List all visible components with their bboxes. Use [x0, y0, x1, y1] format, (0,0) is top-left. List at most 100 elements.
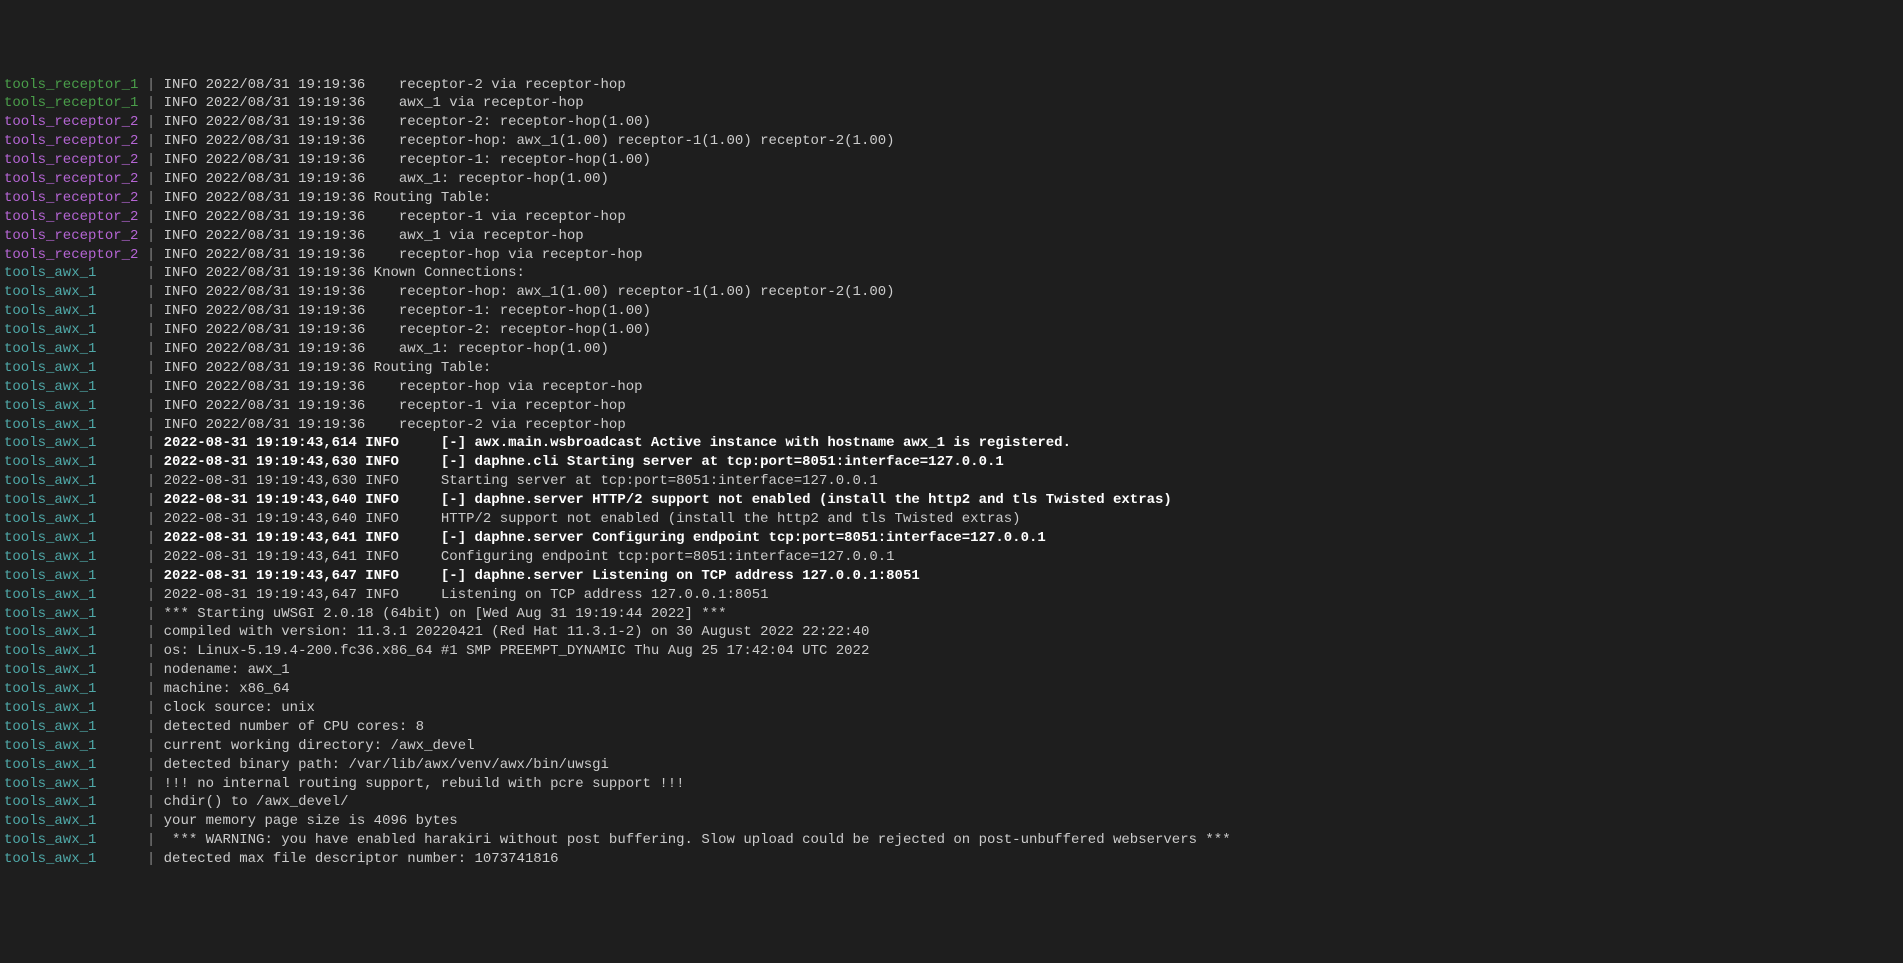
log-line: tools_awx_1 | 2022-08-31 19:19:43,647 IN…	[4, 567, 1899, 586]
log-message: INFO 2022/08/31 19:19:36 receptor-1 via …	[164, 398, 626, 414]
log-message: INFO 2022/08/31 19:19:36 Known Connectio…	[164, 265, 525, 281]
log-message: INFO 2022/08/31 19:19:36 awx_1 via recep…	[164, 95, 584, 111]
log-message: chdir() to /awx_devel/	[164, 794, 349, 810]
log-separator: |	[138, 757, 163, 773]
log-source: tools_receptor_2	[4, 171, 138, 187]
log-source: tools_awx_1	[4, 606, 138, 622]
log-separator: |	[138, 776, 163, 792]
log-source: tools_awx_1	[4, 587, 138, 603]
log-line: tools_awx_1 | INFO 2022/08/31 19:19:36 K…	[4, 264, 1899, 283]
log-line: tools_awx_1 | os: Linux-5.19.4-200.fc36.…	[4, 642, 1899, 661]
log-line: tools_awx_1 | INFO 2022/08/31 19:19:36 r…	[4, 283, 1899, 302]
log-line: tools_awx_1 | INFO 2022/08/31 19:19:36 r…	[4, 378, 1899, 397]
log-message: INFO 2022/08/31 19:19:36 receptor-hop: a…	[164, 284, 895, 300]
log-line: tools_awx_1 | !!! no internal routing su…	[4, 775, 1899, 794]
log-message: clock source: unix	[164, 700, 315, 716]
log-separator: |	[138, 360, 163, 376]
log-line: tools_awx_1 | compiled with version: 11.…	[4, 623, 1899, 642]
log-source: tools_awx_1	[4, 832, 138, 848]
log-line: tools_awx_1 | nodename: awx_1	[4, 661, 1899, 680]
log-line: tools_receptor_2 | INFO 2022/08/31 19:19…	[4, 246, 1899, 265]
log-message: 2022-08-31 19:19:43,630 INFO Starting se…	[164, 473, 878, 489]
log-line: tools_awx_1 | 2022-08-31 19:19:43,641 IN…	[4, 548, 1899, 567]
log-separator: |	[138, 417, 163, 433]
log-separator: |	[138, 247, 163, 263]
terminal-output[interactable]: tools_receptor_1 | INFO 2022/08/31 19:19…	[0, 76, 1903, 869]
log-source: tools_awx_1	[4, 303, 138, 319]
log-separator: |	[138, 492, 163, 508]
log-line: tools_receptor_2 | INFO 2022/08/31 19:19…	[4, 151, 1899, 170]
log-source: tools_awx_1	[4, 794, 138, 810]
log-source: tools_awx_1	[4, 322, 138, 338]
log-message: INFO 2022/08/31 19:19:36 awx_1: receptor…	[164, 171, 609, 187]
log-separator: |	[138, 624, 163, 640]
log-source: tools_awx_1	[4, 511, 138, 527]
log-separator: |	[138, 190, 163, 206]
log-line: tools_awx_1 | INFO 2022/08/31 19:19:36 r…	[4, 302, 1899, 321]
log-separator: |	[138, 398, 163, 414]
log-message: !!! no internal routing support, rebuild…	[164, 776, 685, 792]
log-separator: |	[138, 95, 163, 111]
log-message: INFO 2022/08/31 19:19:36 receptor-1: rec…	[164, 303, 651, 319]
log-message: 2022-08-31 19:19:43,641 INFO Configuring…	[164, 549, 895, 565]
log-line: tools_receptor_1 | INFO 2022/08/31 19:19…	[4, 94, 1899, 113]
log-separator: |	[138, 171, 163, 187]
log-message: detected binary path: /var/lib/awx/venv/…	[164, 757, 609, 773]
log-separator: |	[138, 681, 163, 697]
log-line: tools_awx_1 | machine: x86_64	[4, 680, 1899, 699]
log-separator: |	[138, 341, 163, 357]
log-separator: |	[138, 379, 163, 395]
log-source: tools_awx_1	[4, 454, 138, 470]
log-separator: |	[138, 568, 163, 584]
log-line: tools_awx_1 | chdir() to /awx_devel/	[4, 793, 1899, 812]
log-separator: |	[138, 511, 163, 527]
log-separator: |	[138, 473, 163, 489]
log-separator: |	[138, 606, 163, 622]
log-separator: |	[138, 587, 163, 603]
log-line: tools_awx_1 | current working directory:…	[4, 737, 1899, 756]
log-message: INFO 2022/08/31 19:19:36 receptor-1 via …	[164, 209, 626, 225]
log-source: tools_awx_1	[4, 813, 138, 829]
log-source: tools_receptor_2	[4, 209, 138, 225]
log-separator: |	[138, 265, 163, 281]
log-line: tools_awx_1 | INFO 2022/08/31 19:19:36 r…	[4, 416, 1899, 435]
log-message: nodename: awx_1	[164, 662, 290, 678]
log-line: tools_receptor_2 | INFO 2022/08/31 19:19…	[4, 170, 1899, 189]
log-source: tools_receptor_2	[4, 190, 138, 206]
log-source: tools_receptor_2	[4, 152, 138, 168]
log-separator: |	[138, 530, 163, 546]
log-message: INFO 2022/08/31 19:19:36 receptor-hop vi…	[164, 247, 643, 263]
log-source: tools_awx_1	[4, 738, 138, 754]
log-source: tools_awx_1	[4, 379, 138, 395]
log-separator: |	[138, 832, 163, 848]
log-line: tools_awx_1 | INFO 2022/08/31 19:19:36 a…	[4, 340, 1899, 359]
log-separator: |	[138, 662, 163, 678]
log-separator: |	[138, 454, 163, 470]
log-message: INFO 2022/08/31 19:19:36 receptor-hop: a…	[164, 133, 895, 149]
log-message: INFO 2022/08/31 19:19:36 receptor-1: rec…	[164, 152, 651, 168]
log-separator: |	[138, 284, 163, 300]
log-source: tools_awx_1	[4, 681, 138, 697]
log-source: tools_awx_1	[4, 435, 138, 451]
log-line: tools_awx_1 | detected max file descript…	[4, 850, 1899, 869]
log-message: INFO 2022/08/31 19:19:36 awx_1 via recep…	[164, 228, 584, 244]
log-line: tools_awx_1 | 2022-08-31 19:19:43,640 IN…	[4, 510, 1899, 529]
log-line: tools_awx_1 | 2022-08-31 19:19:43,614 IN…	[4, 434, 1899, 453]
log-source: tools_awx_1	[4, 530, 138, 546]
log-line: tools_awx_1 | 2022-08-31 19:19:43,641 IN…	[4, 529, 1899, 548]
log-source: tools_awx_1	[4, 492, 138, 508]
log-separator: |	[138, 794, 163, 810]
log-separator: |	[138, 851, 163, 867]
log-message: 2022-08-31 19:19:43,640 INFO [-] daphne.…	[164, 492, 1172, 508]
log-separator: |	[138, 152, 163, 168]
log-separator: |	[138, 77, 163, 93]
log-message: machine: x86_64	[164, 681, 290, 697]
log-message: your memory page size is 4096 bytes	[164, 813, 458, 829]
log-message: INFO 2022/08/31 19:19:36 awx_1: receptor…	[164, 341, 609, 357]
log-line: tools_receptor_1 | INFO 2022/08/31 19:19…	[4, 76, 1899, 95]
log-message: INFO 2022/08/31 19:19:36 Routing Table:	[164, 190, 492, 206]
log-separator: |	[138, 114, 163, 130]
log-separator: |	[138, 643, 163, 659]
log-line: tools_receptor_2 | INFO 2022/08/31 19:19…	[4, 227, 1899, 246]
log-source: tools_receptor_1	[4, 77, 138, 93]
